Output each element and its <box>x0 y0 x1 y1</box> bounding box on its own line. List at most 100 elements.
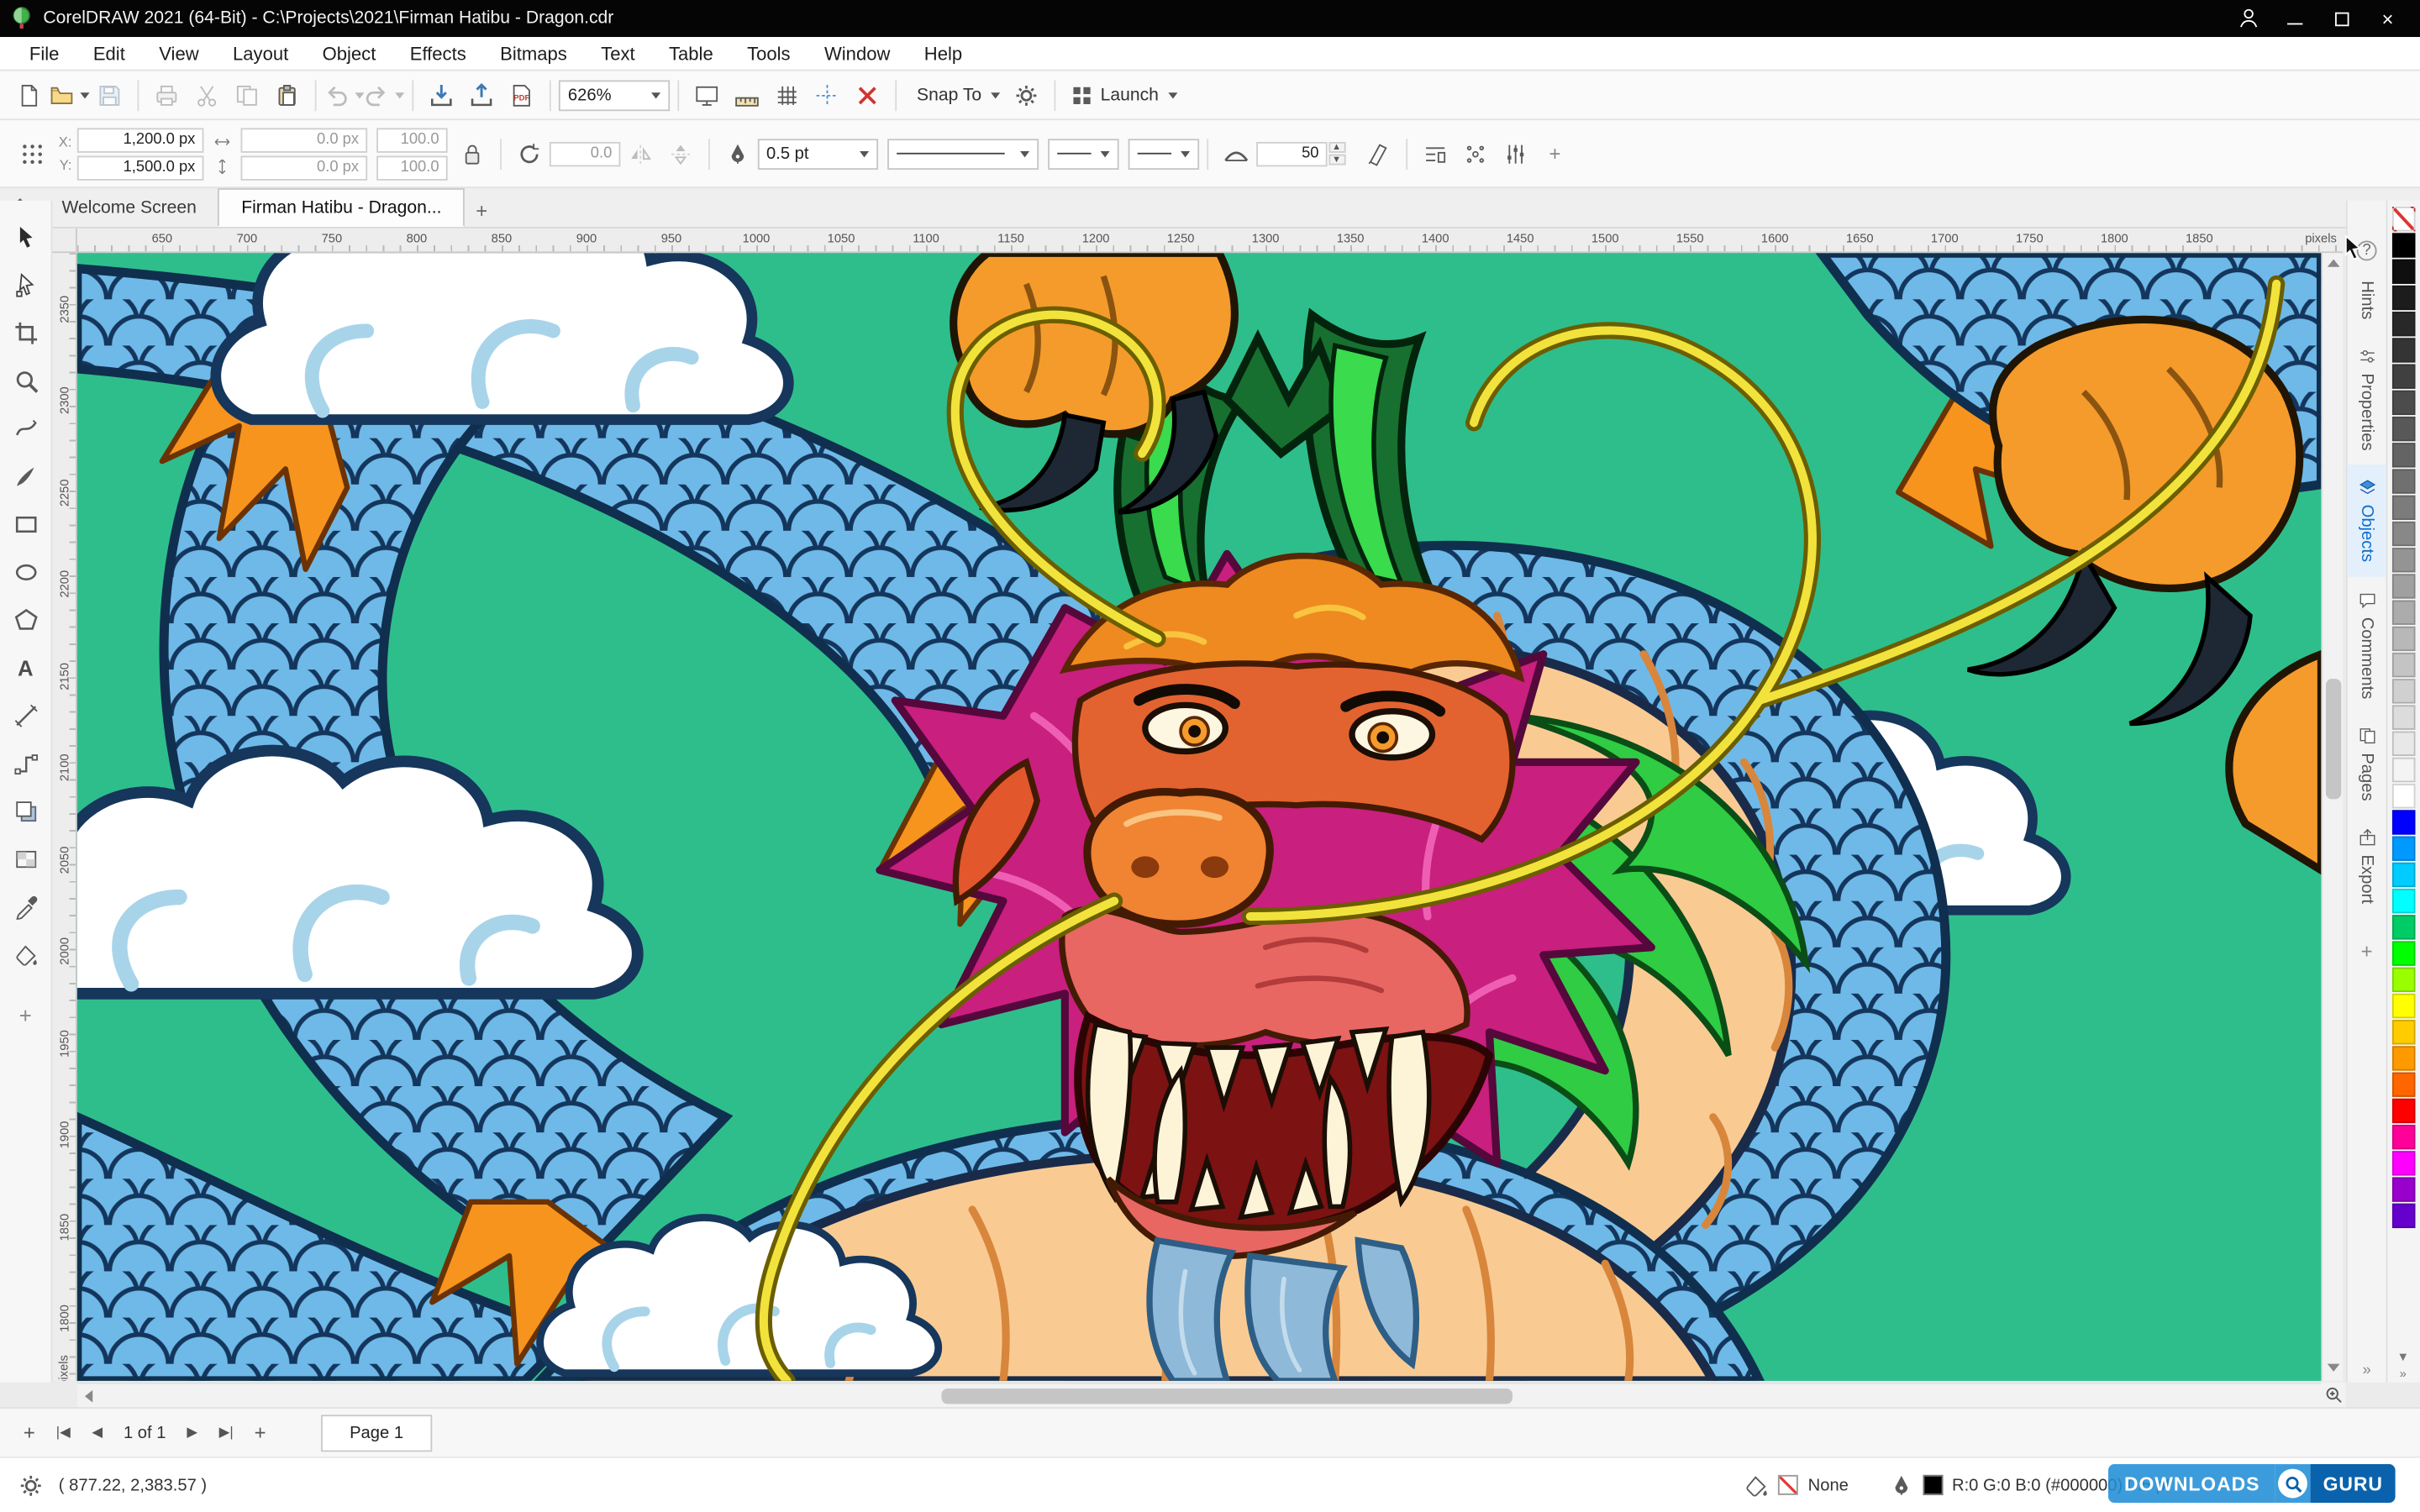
copy-button[interactable] <box>227 75 267 115</box>
color-swatch[interactable] <box>2391 1151 2416 1176</box>
freehand-smoothing-button[interactable] <box>1215 134 1255 174</box>
vertical-scroll-thumb[interactable] <box>2325 679 2342 800</box>
object-properties-button[interactable] <box>1495 134 1535 174</box>
color-swatch[interactable] <box>2391 364 2416 389</box>
drop-shadow-tool[interactable] <box>3 787 49 835</box>
paste-button[interactable] <box>267 75 308 115</box>
publish-pdf-button[interactable] <box>502 75 542 115</box>
smoothing-stepper[interactable]: ▲ ▼ <box>1328 141 1345 165</box>
color-swatch[interactable] <box>2391 574 2416 599</box>
color-swatch[interactable] <box>2391 338 2416 363</box>
first-page-button[interactable]: |◀ <box>46 1415 80 1449</box>
menu-layout[interactable]: Layout <box>216 43 306 65</box>
zoom-level-combo[interactable]: 626% <box>558 79 671 111</box>
docker-tab-hints[interactable]: Hints <box>2347 267 2387 333</box>
transparency-tool[interactable] <box>3 835 49 883</box>
tab-active-document[interactable]: Firman Hatibu - Dragon... <box>218 188 466 227</box>
color-swatch[interactable] <box>2391 862 2416 888</box>
start-arrowhead-combo[interactable] <box>1047 138 1118 170</box>
end-arrowhead-combo[interactable] <box>1127 138 1199 170</box>
horizontal-scroll-thumb[interactable] <box>941 1389 1512 1404</box>
stylus-pressure-button[interactable] <box>1357 134 1397 174</box>
ellipse-tool[interactable] <box>3 548 49 596</box>
launch-dropdown[interactable]: Launch <box>1064 75 1184 115</box>
show-rulers-button[interactable] <box>727 75 767 115</box>
shape-tool[interactable] <box>3 260 49 308</box>
redo-button[interactable] <box>364 75 405 115</box>
outline-width-combo[interactable]: 0.5 pt <box>756 138 878 170</box>
import-button[interactable] <box>421 75 461 115</box>
customize-propbar-button[interactable]: + <box>1535 134 1576 174</box>
color-swatch[interactable] <box>2391 1203 2416 1229</box>
add-page-button[interactable]: + <box>13 1415 46 1449</box>
scroll-down-icon[interactable] <box>2327 1363 2340 1372</box>
docker-tab-comments[interactable]: Comments <box>2347 576 2387 712</box>
page-tab[interactable]: Page 1 <box>320 1414 434 1452</box>
snap-points-button[interactable] <box>1455 134 1495 174</box>
show-grid-button[interactable] <box>767 75 808 115</box>
horizontal-scrollbar[interactable] <box>76 1382 2322 1408</box>
color-swatch[interactable] <box>2391 888 2416 914</box>
smoothing-field[interactable]: 50 <box>1255 141 1327 166</box>
eyedropper-tool[interactable] <box>3 883 49 931</box>
color-swatch[interactable] <box>2391 495 2416 520</box>
line-style-combo[interactable] <box>886 138 1039 170</box>
object-height-field[interactable]: 0.0 px <box>239 155 367 180</box>
mirror-vertical-button[interactable] <box>660 134 700 174</box>
color-swatch[interactable] <box>2391 626 2416 652</box>
color-swatch[interactable] <box>2391 312 2416 337</box>
color-swatch[interactable] <box>2391 784 2416 809</box>
artistic-media-tool[interactable] <box>3 452 49 500</box>
pick-tool[interactable] <box>3 213 49 260</box>
object-origin-button[interactable] <box>13 134 53 174</box>
zoom-tool[interactable] <box>3 356 49 404</box>
new-document-button[interactable] <box>9 75 50 115</box>
save-button[interactable] <box>90 75 130 115</box>
color-swatch[interactable] <box>2391 443 2416 468</box>
color-swatch[interactable] <box>2391 285 2416 311</box>
docker-tab-properties[interactable]: Properties <box>2347 333 2387 465</box>
menu-window[interactable]: Window <box>808 43 908 65</box>
new-tab-button[interactable]: + <box>465 193 498 227</box>
show-guidelines-button[interactable] <box>808 75 848 115</box>
docker-tab-objects[interactable]: Objects <box>2346 465 2387 577</box>
mirror-horizontal-button[interactable] <box>619 134 660 174</box>
docker-tab-pages[interactable]: Pages <box>2347 712 2387 815</box>
vertical-ruler[interactable]: pixels 2350 2300 2250 2200 2150 2100 2050 2000 1… <box>52 253 77 1381</box>
outline-pen-button[interactable] <box>717 134 757 174</box>
color-swatch[interactable] <box>2391 1098 2416 1124</box>
color-swatch[interactable] <box>2391 1124 2416 1150</box>
print-button[interactable] <box>146 75 187 115</box>
freehand-tool[interactable] <box>3 404 49 452</box>
color-swatch[interactable] <box>2391 259 2416 284</box>
last-page-button[interactable]: ▶| <box>209 1415 243 1449</box>
palette-flyout-icon[interactable]: » <box>2400 1367 2407 1381</box>
rotation-angle-field[interactable]: 0.0 <box>548 141 620 166</box>
cut-button[interactable] <box>187 75 227 115</box>
color-swatch[interactable] <box>2391 1177 2416 1202</box>
tab-welcome-screen[interactable]: Welcome Screen <box>40 188 218 227</box>
object-width-field[interactable]: 0.0 px <box>239 127 367 152</box>
color-swatch[interactable] <box>2391 941 2416 966</box>
drawing-canvas[interactable] <box>76 253 2322 1381</box>
x-position-field[interactable]: 1,200.0 px <box>76 127 203 152</box>
menu-help[interactable]: Help <box>908 43 980 65</box>
next-page-button[interactable]: ▶ <box>176 1415 209 1449</box>
rotate-button[interactable] <box>508 134 549 174</box>
maximize-button[interactable] <box>2318 0 2365 37</box>
previous-page-button[interactable]: ◀ <box>81 1415 114 1449</box>
color-swatch[interactable] <box>2391 836 2416 861</box>
menu-bitmaps[interactable]: Bitmaps <box>483 43 584 65</box>
menu-table[interactable]: Table <box>652 43 730 65</box>
color-swatch[interactable] <box>2391 416 2416 442</box>
fullscreen-preview-button[interactable] <box>687 75 727 115</box>
connector-tool[interactable] <box>3 739 49 787</box>
scroll-up-icon[interactable] <box>2326 259 2339 267</box>
color-swatch[interactable] <box>2391 652 2416 678</box>
palette-scroll-down-icon[interactable]: ▼ <box>2396 1350 2409 1364</box>
customize-toolbox-button[interactable]: + <box>3 990 49 1038</box>
menu-text[interactable]: Text <box>584 43 652 65</box>
color-swatch[interactable] <box>2391 993 2416 1019</box>
text-tool[interactable]: A <box>3 643 49 691</box>
color-swatch[interactable] <box>2391 915 2416 940</box>
